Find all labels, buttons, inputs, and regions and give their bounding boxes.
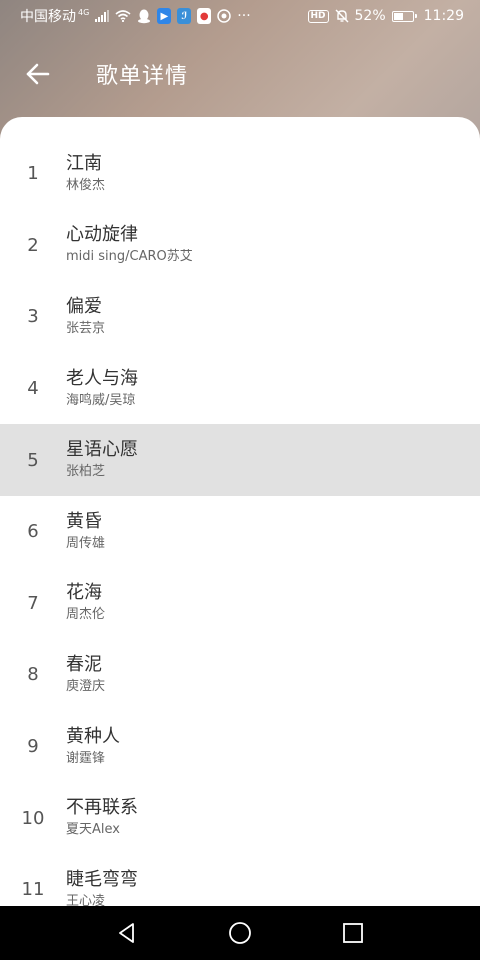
song-artist: 林俊杰 [66,177,106,193]
song-text: 睫毛弯弯 王心凌 [66,868,138,906]
song-artist: 周杰伦 [66,607,106,623]
song-row[interactable]: 8 春泥 庾澄庆 [0,639,480,711]
song-artist: 海鸣威/吴琼 [66,392,136,408]
song-index: 5 [27,449,39,471]
song-artist: 张柏芝 [66,464,106,480]
song-text: 花海 周杰伦 [66,581,105,625]
song-text: 星语心愿 张柏芝 [66,438,138,482]
clock: 11:29 [423,8,464,24]
carrier-name: 中国移动 [20,9,76,25]
song-text: 偏爱 张芸京 [66,295,105,339]
song-title: 偏爱 [66,295,102,317]
hd-icon: HD [307,9,329,23]
song-row[interactable]: 3 偏爱 张芸京 [0,281,480,353]
song-index: 9 [27,736,39,758]
song-title: 星语心愿 [66,439,138,461]
wifi-icon [115,10,131,22]
battery-percent: 52% [354,8,386,24]
song-text: 江南 林俊杰 [66,152,105,196]
song-text: 春泥 庾澄庆 [66,653,105,697]
song-row[interactable]: 4 老人与海 海鸣威/吴琼 [0,353,480,425]
battery-fill [393,12,403,20]
arrow-left-icon [26,63,50,85]
song-index: 2 [27,234,39,256]
status-left: 中国移动 4G ▶ ℐ ● ··· [20,6,251,26]
song-row[interactable]: 11 睫毛弯弯 王心凌 [0,854,480,906]
song-index: 3 [27,306,39,328]
back-triangle-icon [118,923,134,943]
system-nav-bar [0,906,480,960]
song-index: 11 [21,879,45,901]
song-row[interactable]: 6 黄昏 周传雄 [0,496,480,568]
song-text: 黄种人 谢霆锋 [66,725,120,769]
song-index: 7 [27,592,39,614]
feather-app-icon: ℐ [177,8,192,24]
back-button[interactable] [16,52,60,96]
song-artist: 谢霆锋 [66,750,106,766]
song-title: 睫毛弯弯 [66,868,138,890]
song-artist: 王心凌 [66,893,106,906]
mute-icon [335,9,349,23]
battery-icon [391,10,417,22]
recents-square-icon [343,923,364,943]
song-title: 黄昏 [66,510,102,532]
song-artist: midi sing/CARO苏艾 [66,249,193,265]
song-row[interactable]: 2 心动旋律 midi sing/CARO苏艾 [0,210,480,282]
song-list: 1 江南 林俊杰 2 心动旋律 midi sing/CARO苏艾 3 偏爱 张芸… [0,117,480,906]
song-index: 6 [27,521,39,543]
message-app-icon: ▶ [157,8,172,24]
song-title: 江南 [66,152,102,174]
song-row[interactable]: 1 江南 林俊杰 [0,138,480,210]
status-bar: 中国移动 4G ▶ ℐ ● ··· HD 52% 11:29 [0,0,480,32]
map-pin-app-icon: ● [197,8,212,24]
nav-recents-button[interactable] [329,909,377,957]
song-text: 心动旋律 midi sing/CARO苏艾 [66,223,193,267]
song-title: 黄种人 [66,725,120,747]
network-type: 4G [78,7,90,17]
song-row[interactable]: 9 黄种人 谢霆锋 [0,711,480,783]
song-index: 10 [21,807,45,829]
home-circle-icon [229,922,251,944]
nav-home-button[interactable] [216,909,264,957]
settings-app-icon [217,9,232,23]
song-title: 不再联系 [66,797,138,819]
song-text: 不再联系 夏天Alex [66,796,138,840]
song-artist: 夏天Alex [66,822,120,838]
song-row-selected[interactable]: 5 星语心愿 张柏芝 [0,424,480,496]
song-index: 1 [27,163,39,185]
more-indicator: ··· [237,8,251,24]
song-list-sheet[interactable]: 1 江南 林俊杰 2 心动旋律 midi sing/CARO苏艾 3 偏爱 张芸… [0,117,480,906]
song-title: 老人与海 [66,367,138,389]
qq-icon [137,9,151,24]
song-artist: 庾澄庆 [66,678,106,694]
status-right: HD 52% 11:29 [307,8,464,24]
signal-icon [95,10,110,22]
song-artist: 周传雄 [66,535,106,551]
song-artist: 张芸京 [66,320,106,336]
nav-back-button[interactable] [103,909,151,957]
song-index: 4 [27,378,39,400]
song-index: 8 [27,664,39,686]
toolbar: 歌单详情 [0,32,480,116]
song-row[interactable]: 10 不再联系 夏天Alex [0,782,480,854]
page-title: 歌单详情 [96,64,189,89]
song-row[interactable]: 7 花海 周杰伦 [0,568,480,640]
song-title: 花海 [66,582,102,604]
song-text: 黄昏 周传雄 [66,510,105,554]
song-title: 心动旋律 [66,224,138,246]
song-title: 春泥 [66,653,102,675]
song-text: 老人与海 海鸣威/吴琼 [66,367,138,411]
